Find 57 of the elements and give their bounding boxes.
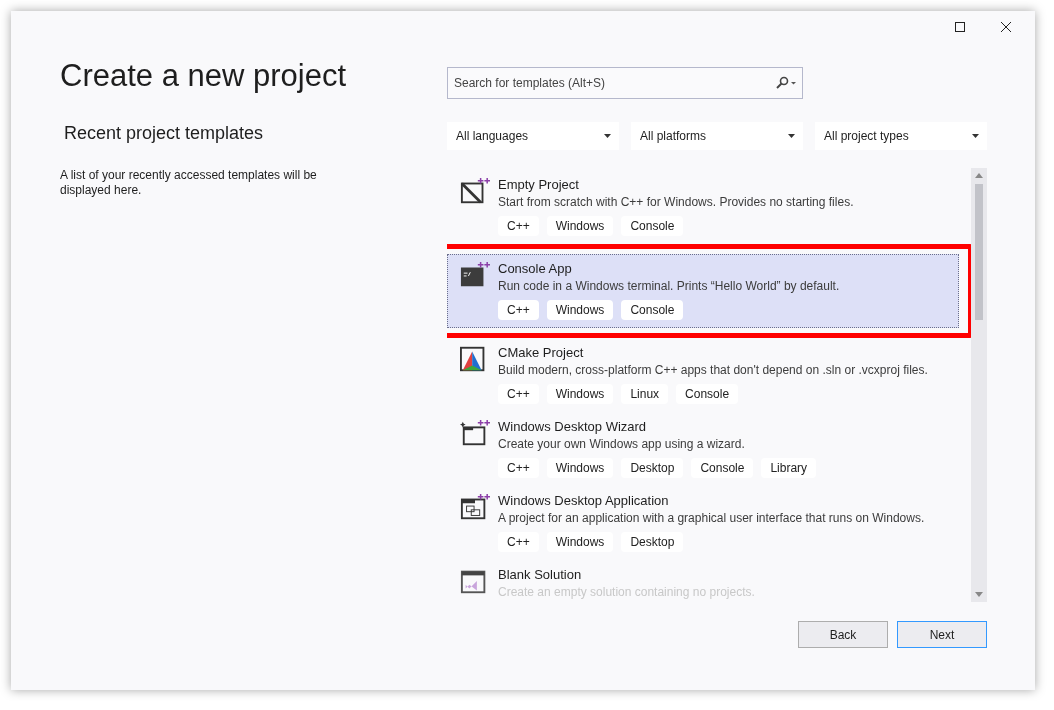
search-field[interactable]: Search for templates (Alt+S) bbox=[447, 67, 803, 99]
template-item[interactable]: Windows Desktop Wizard Create your own Windows app using a wizard. C++ Windows Desktop Console Library bbox=[447, 412, 959, 486]
template-description: Create your own Windows app using a wizard. bbox=[498, 437, 746, 451]
template-item[interactable]: Windows Desktop Application A project for an application with a graphical user interface that runs on Windows. C++ Windows Desktop bbox=[447, 486, 959, 560]
window-sparkle-icon bbox=[460, 419, 490, 447]
template-description: Run code in a Windows terminal. Prints “Hello World” by default. bbox=[498, 279, 840, 293]
tag-label: Windows bbox=[546, 532, 614, 552]
tag-label: Console bbox=[621, 300, 684, 320]
search-icon[interactable] bbox=[775, 76, 797, 90]
section-heading: Recent project templates bbox=[64, 123, 265, 144]
tag-label: C++ bbox=[498, 384, 539, 404]
next-button[interactable]: Next bbox=[897, 621, 987, 648]
template-description: A project for an application with a graphical user interface that runs on Windows. bbox=[498, 511, 925, 525]
caret-icon bbox=[972, 134, 979, 138]
template-item[interactable]: CMake Project Build modern, cross-platform C++ apps that don't depend on .sln or .vcxproj files. C++ Windows Linux Console bbox=[447, 338, 959, 412]
filter-dropdown[interactable]: All platforms bbox=[631, 122, 803, 150]
template-name: CMake Project bbox=[498, 345, 585, 360]
template-name: Empty Project bbox=[498, 177, 580, 192]
filter-dropdown[interactable]: All languages bbox=[447, 122, 619, 150]
empty-project-icon bbox=[460, 177, 490, 205]
tag-label: Console bbox=[691, 458, 754, 478]
template-description: Start from scratch with C++ for Windows. Provides no starting files. bbox=[498, 195, 854, 209]
tag-label: Console bbox=[621, 216, 684, 236]
maximize-icon[interactable] bbox=[955, 22, 965, 32]
template-description: Build modern, cross-platform C++ apps that don't depend on .sln or .vcxproj files. bbox=[498, 363, 928, 377]
tag-label: Console bbox=[676, 384, 739, 404]
template-item[interactable]: Console App Run code in a Windows terminal. Prints “Hello World” by default. C++ Windows Console bbox=[447, 254, 959, 328]
template-item[interactable]: Empty Project Start from scratch with C++ for Windows. Provides no starting files. C++ Windows Console bbox=[447, 170, 959, 244]
tag-label: C++ bbox=[498, 216, 539, 236]
close-icon[interactable] bbox=[1001, 22, 1011, 32]
tag-label: C++ bbox=[498, 458, 539, 478]
scrollbar-thumb[interactable] bbox=[975, 184, 983, 320]
template-name: Console App bbox=[498, 261, 573, 276]
caret-icon bbox=[604, 134, 611, 138]
empty-message: A list of your recently accessed templates will be displayed here. bbox=[60, 168, 318, 198]
desktop-window-icon bbox=[460, 493, 490, 521]
tag-label: C++ bbox=[498, 300, 539, 320]
tag-label: Windows bbox=[546, 216, 614, 236]
tag-label: Library bbox=[761, 458, 817, 478]
caret-icon bbox=[788, 134, 795, 138]
tag-label: C++ bbox=[498, 532, 539, 552]
tag-label: Linux bbox=[621, 384, 669, 404]
scroll-up-icon[interactable] bbox=[975, 173, 983, 178]
template-name: Windows Desktop Application bbox=[498, 493, 670, 508]
tag-label: Desktop bbox=[621, 458, 684, 478]
template-name: Windows Desktop Wizard bbox=[498, 419, 648, 434]
console-window-icon bbox=[460, 261, 490, 289]
tag-label: Windows bbox=[546, 458, 614, 478]
tag-label: Windows bbox=[546, 300, 614, 320]
page-title: Create a new project bbox=[60, 58, 348, 94]
tag-label: Windows bbox=[546, 384, 614, 404]
template-name: Blank Solution bbox=[498, 567, 583, 582]
scrollbar[interactable] bbox=[971, 168, 987, 602]
filter-dropdown[interactable]: All project types bbox=[815, 122, 987, 150]
tag-label: Desktop bbox=[621, 532, 684, 552]
scroll-down-icon[interactable] bbox=[975, 592, 983, 597]
back-button[interactable]: Back bbox=[798, 621, 888, 648]
